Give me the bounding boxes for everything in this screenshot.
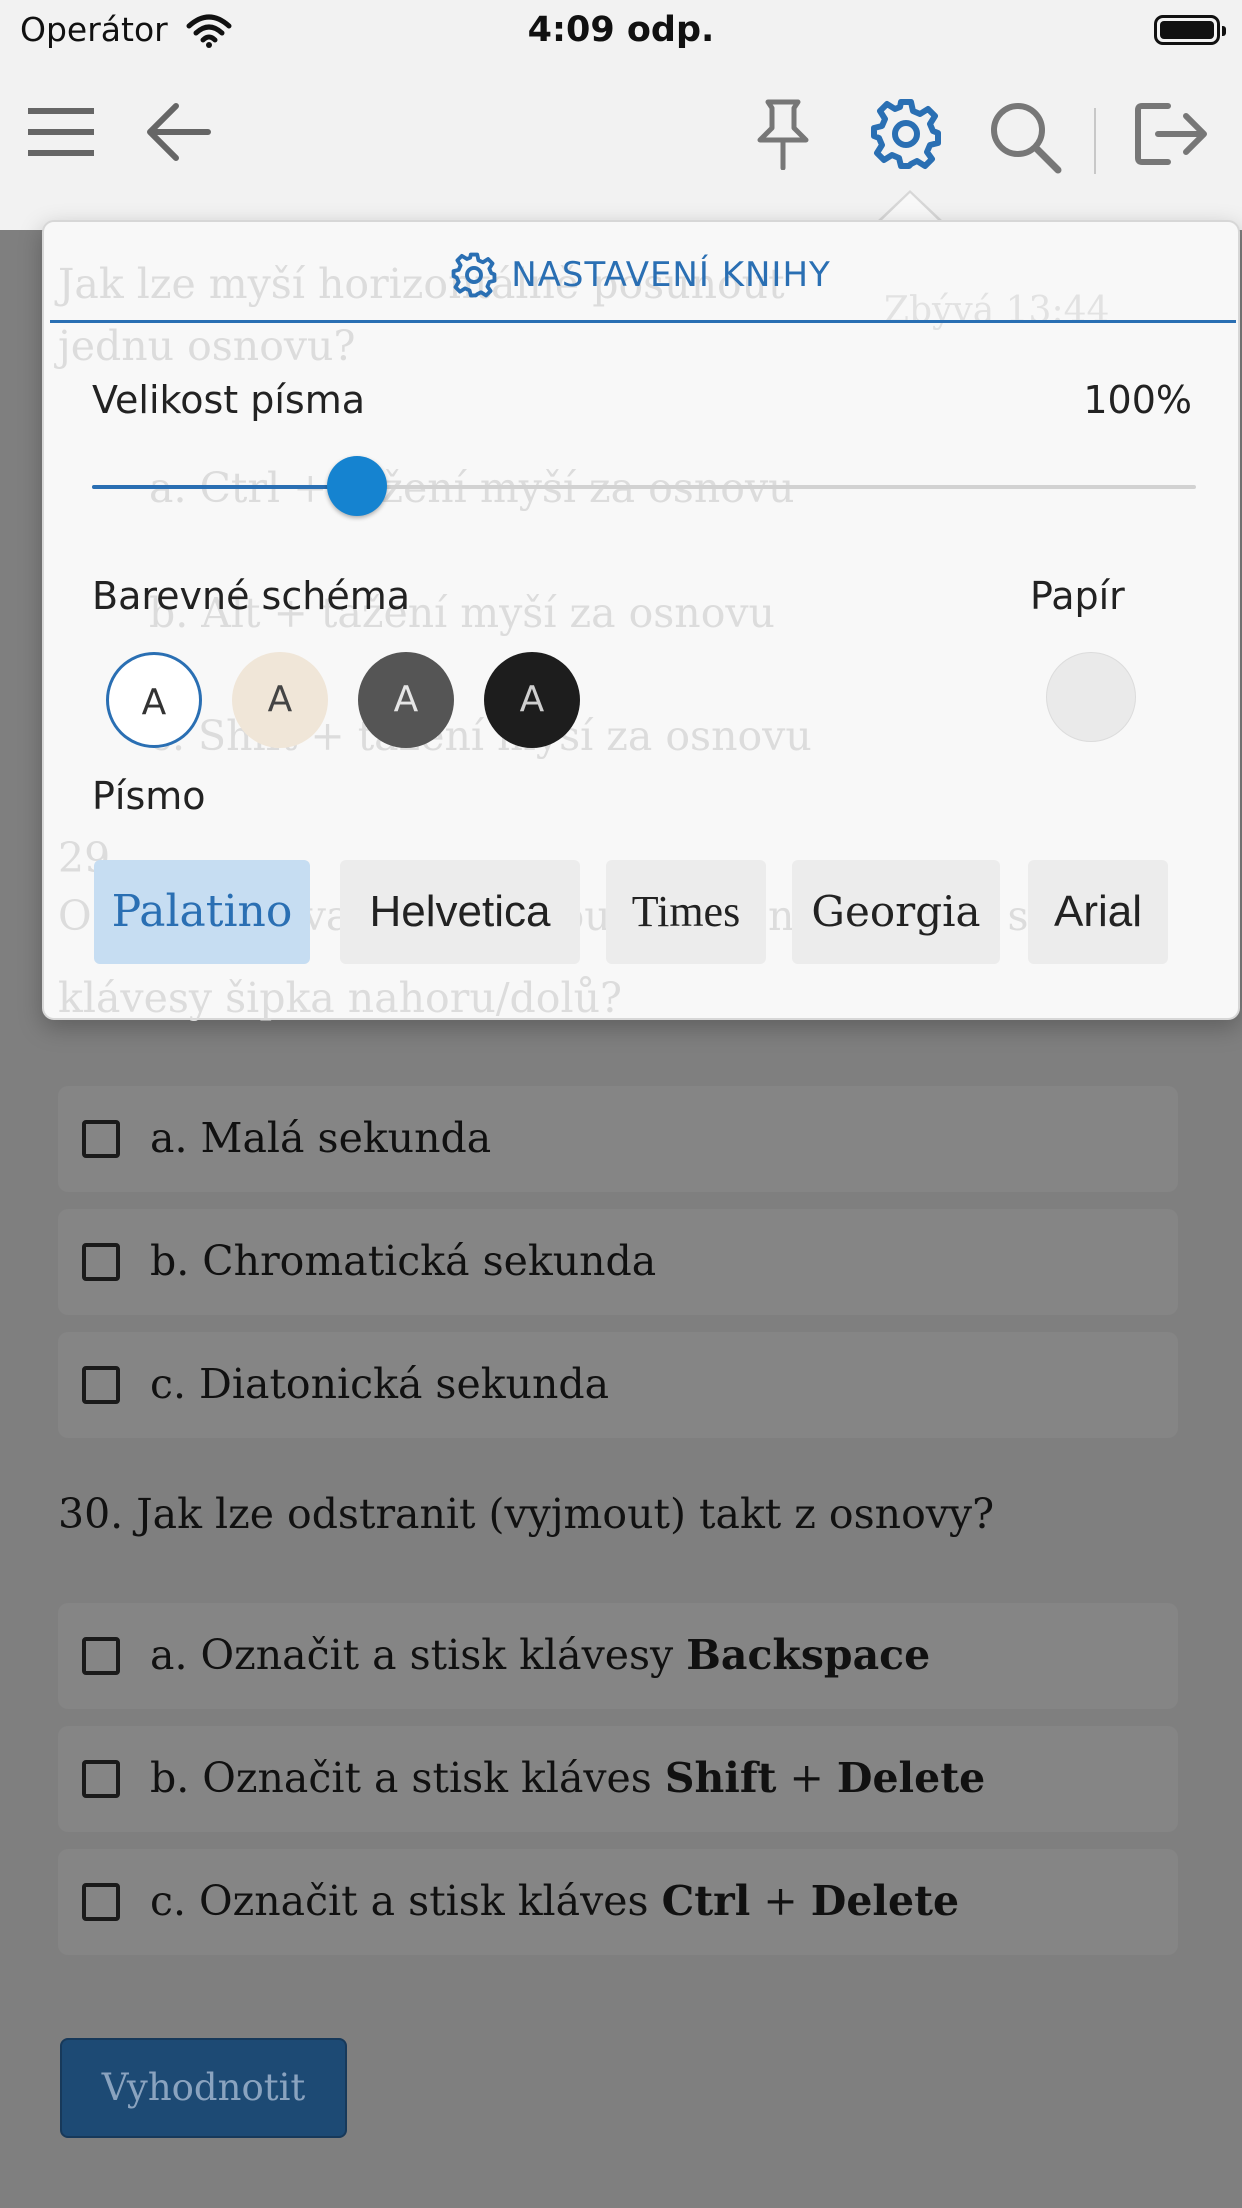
checkbox[interactable] [82,1883,120,1921]
font-option-palatino[interactable]: Palatino [94,860,310,964]
answer-option[interactable]: b. Chromatická sekunda [58,1209,1178,1315]
font-option-georgia[interactable]: Georgia [792,860,1000,964]
battery-icon [1154,15,1226,45]
color-scheme-black[interactable]: A [484,652,580,748]
popover-title: NASTAVENÍ KNIHY [451,252,831,298]
font-size-label: Velikost písma [92,378,365,422]
font-option-helvetica[interactable]: Helvetica [340,860,580,964]
font-label: Písmo [92,774,206,818]
submit-button[interactable]: Vyhodnotit [60,2038,347,2138]
checkbox[interactable] [82,1120,120,1158]
font-size-slider[interactable] [92,456,1196,516]
clock: 4:09 odp. [527,10,715,50]
title-underline [50,320,1236,323]
answer-option[interactable]: a. Malá sekunda [58,1086,1178,1192]
answer-option[interactable]: c. Označit a stisk kláves Ctrl + Delete [58,1849,1178,1955]
ghost-text: klávesy šipka nahoru/dolů? [58,974,622,1022]
menu-icon[interactable] [28,104,94,160]
color-scheme-sepia[interactable]: A [232,652,328,748]
exit-icon[interactable] [1134,102,1210,166]
color-scheme-gray[interactable]: A [358,652,454,748]
gear-icon [451,252,497,298]
question-30: 30. Jak lze odstranit (vyjmout) takt z o… [58,1490,995,1538]
book-settings-popover: Jak lze myší horizontálně posunout jednu… [42,220,1240,1022]
answer-option[interactable]: a. Označit a stisk klávesy Backspace [58,1603,1178,1709]
status-bar: Operátor 4:09 odp. [0,0,1242,62]
back-arrow-icon[interactable] [146,102,212,162]
slider-thumb[interactable] [326,456,387,516]
slider-fill [92,485,357,489]
gear-icon[interactable] [870,98,942,170]
color-scheme-label: Barevné schéma [92,574,411,618]
font-option-times[interactable]: Times [606,860,766,964]
ghost-text: jednu osnovu? [58,322,356,370]
paper-texture-toggle[interactable] [1046,652,1136,742]
answer-option[interactable]: c. Diatonická sekunda [58,1332,1178,1438]
toolbar-divider [1094,108,1096,174]
checkbox[interactable] [82,1760,120,1798]
search-icon[interactable] [988,100,1062,174]
color-scheme-white[interactable]: A [106,652,202,748]
font-size-value: 100% [1083,378,1192,422]
font-option-arial[interactable]: Arial [1028,860,1168,964]
checkbox[interactable] [82,1637,120,1675]
paper-label: Papír [1030,574,1125,618]
reader-toolbar [0,62,1242,230]
checkbox[interactable] [82,1243,120,1281]
checkbox[interactable] [82,1366,120,1404]
answer-option[interactable]: b. Označit a stisk kláves Shift + Delete [58,1726,1178,1832]
pin-icon[interactable] [752,98,814,170]
